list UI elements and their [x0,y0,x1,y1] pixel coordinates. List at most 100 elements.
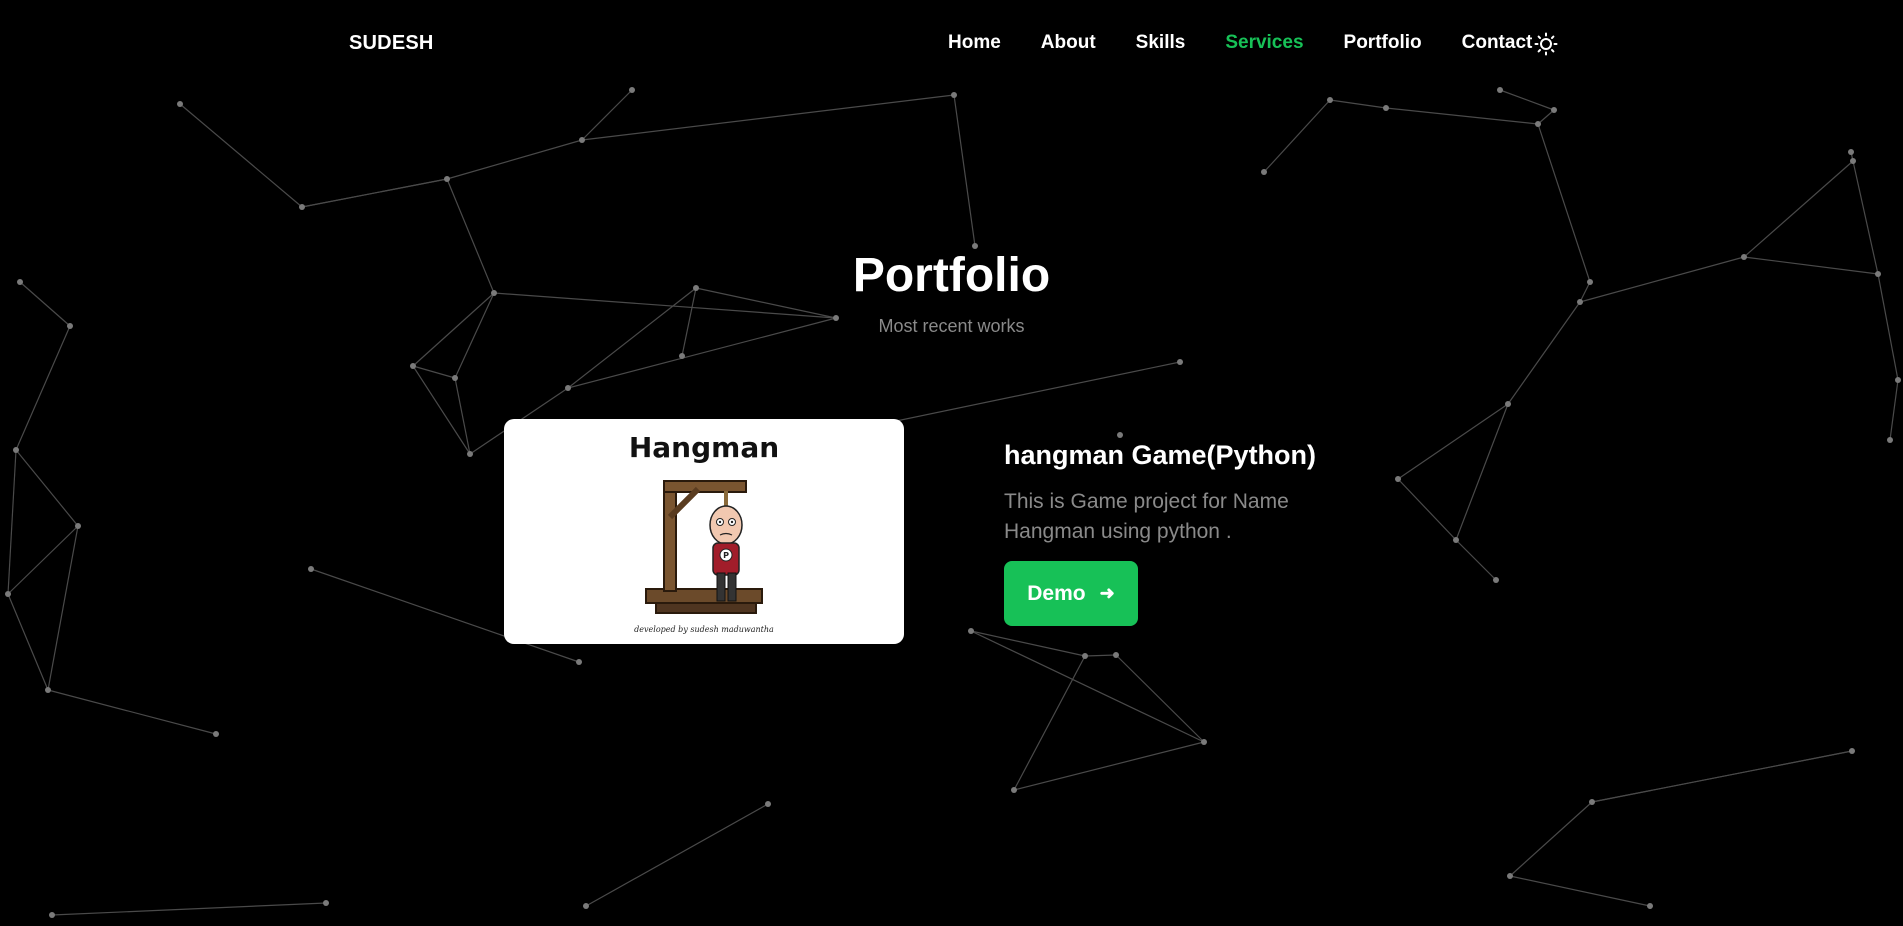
network-dot [308,566,314,572]
network-dot [1505,401,1511,407]
network-line [1397,478,1457,541]
network-dot [1848,149,1854,155]
hangman-illustration: P [645,480,763,614]
network-line [1263,99,1331,173]
network-dot [444,176,450,182]
network-dot [177,101,183,107]
nav-item-portfolio[interactable]: Portfolio [1344,32,1422,54]
network-dot [1113,652,1119,658]
section-subtitle: Most recent works [878,316,1025,336]
network-dot [1895,377,1901,383]
network-line [581,89,633,141]
demo-button-label: Demo [1027,581,1086,605]
project-image: Hangman P developed by sudesh maduwantha [504,419,904,644]
project-image-title: Hangman [628,431,780,464]
network-line [581,94,955,141]
network-dot [323,900,329,906]
network-dot [583,903,589,909]
network-dot [410,363,416,369]
network-dot [1177,359,1183,365]
network-line [7,449,17,595]
network-line [15,449,79,527]
network-dot [765,801,771,807]
network-line [1115,654,1205,743]
network-line [970,630,1086,657]
network-dot [1082,653,1088,659]
network-line [1013,741,1205,791]
network-dot [1395,476,1401,482]
network-line [1499,89,1555,111]
network-line [51,902,327,916]
network-line [1591,750,1853,803]
network-dot [1011,787,1017,793]
network-dot [1849,748,1855,754]
network-line [1509,801,1593,877]
network-line [47,689,217,735]
network-line [1329,99,1387,109]
page: SUDESH Home About Skills Services Portfo… [0,0,1903,926]
network-line [1084,654,1117,657]
network-line [15,325,71,451]
nav-item-home[interactable]: Home [948,32,1001,54]
arrow-right-icon: ➜ [1099,583,1115,603]
network-line [1013,655,1086,791]
network-line [446,139,583,180]
network-line [970,630,1205,743]
project-description: This is Game project for Name Hangman us… [1004,490,1289,543]
network-dot [1887,437,1893,443]
network-dot [1453,537,1459,543]
network-dot [579,137,585,143]
network-dot [452,375,458,381]
network-dot [679,353,685,359]
network-line [301,178,448,208]
network-line [179,103,303,208]
logo-link[interactable]: SUDESH [349,32,434,55]
svg-text:P: P [723,551,729,560]
nav-item-about[interactable]: About [1041,32,1096,54]
network-line [1509,875,1651,907]
network-dot [213,731,219,737]
network-line [1537,109,1555,125]
nav-item-contact[interactable]: Contact [1462,32,1533,54]
network-dot [13,447,19,453]
demo-button[interactable]: Demo ➜ [1004,561,1138,626]
network-dot [1383,105,1389,111]
network-line [1889,379,1899,441]
network-dot [75,523,81,529]
nav-item-skills[interactable]: Skills [1136,32,1186,54]
nav-item-services[interactable]: Services [1225,32,1303,54]
network-line [1397,403,1509,480]
sun-icon[interactable] [1534,32,1558,56]
network-dot [968,628,974,634]
network-dot [49,912,55,918]
network-line [876,361,1181,426]
main-nav: Home About Skills Services Portfolio Con… [948,32,1572,54]
network-dot [951,92,957,98]
network-dot [5,591,11,597]
network-dot [565,385,571,391]
section-title: Portfolio [852,249,1051,302]
network-dot [1647,903,1653,909]
network-dot [1589,799,1595,805]
network-dot [1327,97,1333,103]
network-line [585,803,769,907]
network-dot [1201,739,1207,745]
network-dot [1493,577,1499,583]
header: SUDESH Home About Skills Services Portfo… [0,0,1903,90]
network-line [7,593,49,691]
network-line [1385,107,1539,125]
network-dot [45,687,51,693]
network-line [953,94,976,247]
network-dot [576,659,582,665]
network-line [1455,403,1509,541]
network-line [1743,160,1854,258]
network-line [1455,539,1497,581]
particle-network-background [5,87,1901,918]
project-image-credit: developed by sudesh maduwantha [634,625,774,634]
network-dot [1261,169,1267,175]
network-dot [1850,158,1856,164]
network-dot [1535,121,1541,127]
network-dot [467,451,473,457]
network-dot [299,204,305,210]
network-dot [1117,432,1123,438]
